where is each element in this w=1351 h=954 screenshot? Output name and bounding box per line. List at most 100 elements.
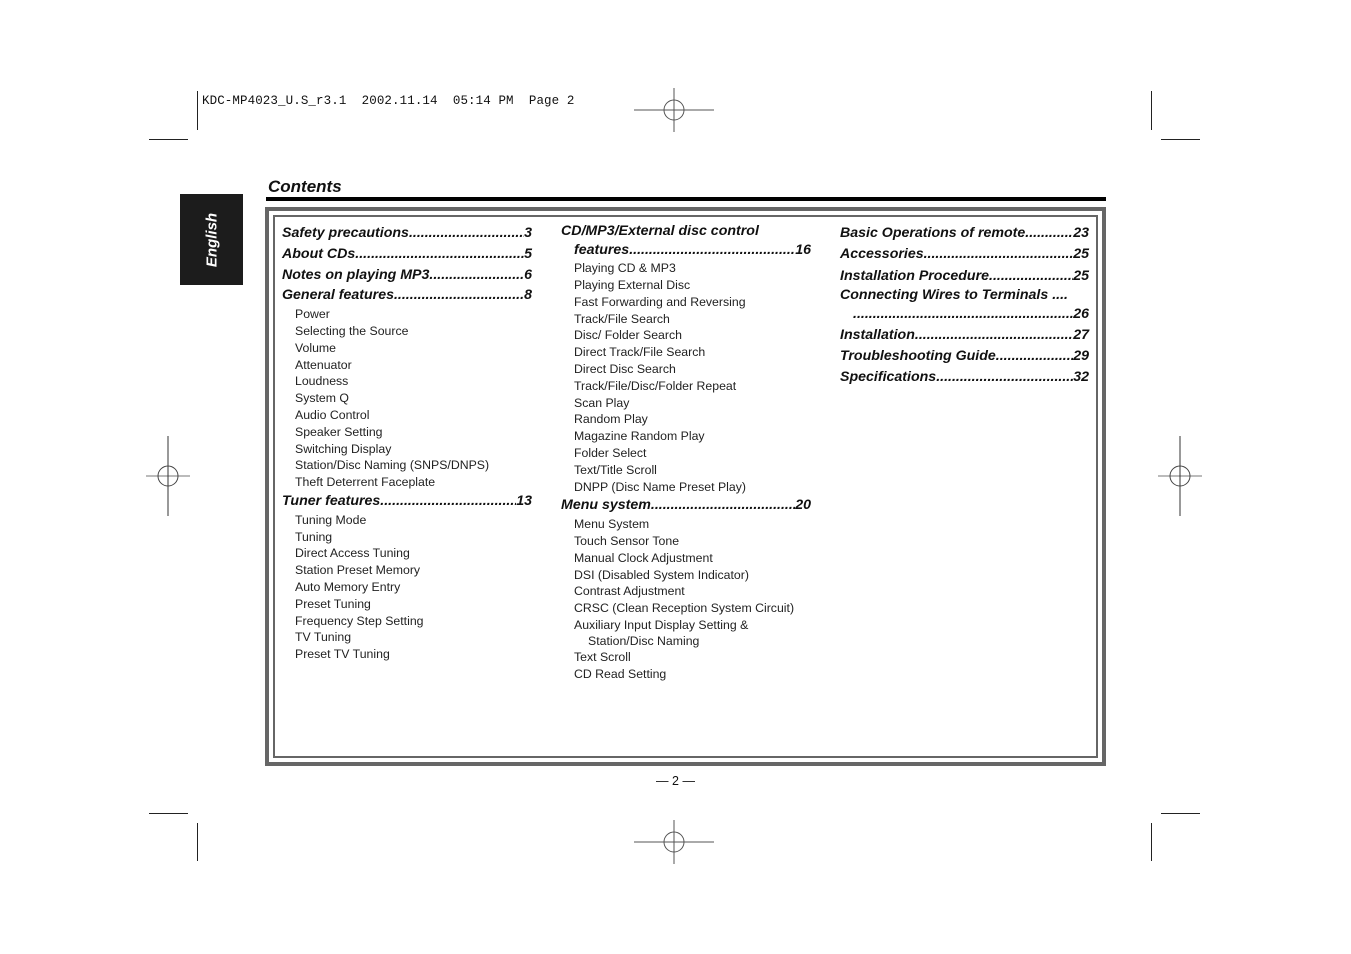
toc-entry-title: Menu system — [561, 497, 651, 514]
toc-entry-title: Basic Operations of remote — [840, 225, 1026, 241]
toc-subentry[interactable]: Text Scroll — [561, 649, 811, 666]
toc-entry[interactable]: features 16 — [561, 240, 811, 261]
toc-leader-dots — [355, 244, 524, 265]
toc-entry[interactable]: Specifications 32 — [840, 367, 1089, 388]
toc-entry-title: Accessories — [840, 246, 924, 263]
toc-entry-page: 26 — [1073, 305, 1089, 322]
toc-subentry[interactable]: Fast Forwarding and Reversing — [561, 294, 811, 311]
toc-entry-page: 8 — [524, 287, 532, 304]
toc-entry[interactable]: Basic Operations of remote 23 — [840, 223, 1089, 244]
toc-entry[interactable]: Installation Procedure 25 — [840, 266, 1089, 287]
toc-entry-page: 16 — [795, 241, 811, 258]
crop-mark — [149, 813, 188, 814]
toc-subentry[interactable]: Audio Control — [282, 407, 532, 424]
toc-subentry[interactable]: CRSC (Clean Reception System Circuit) — [561, 600, 811, 617]
toc-heading-line[interactable]: CD/MP3/External disc control — [561, 223, 811, 240]
toc-entry-page: 5 — [524, 245, 532, 262]
page-number: — 2 — — [656, 774, 695, 788]
toc-subentry[interactable]: Preset TV Tuning — [282, 646, 532, 663]
toc-subentry[interactable]: Auxiliary Input Display Setting & — [561, 617, 811, 634]
crop-mark — [197, 823, 198, 861]
toc-entry[interactable]: Safety precautions 3 — [282, 223, 532, 244]
toc-entry[interactable]: 26 — [840, 304, 1089, 325]
registration-mark-top — [634, 88, 714, 132]
toc-leader-dots — [924, 244, 1074, 265]
toc-entry-page: 23 — [1073, 225, 1089, 241]
toc-subentry[interactable]: Contrast Adjustment — [561, 583, 811, 600]
toc-subentry[interactable]: TV Tuning — [282, 629, 532, 646]
toc-subentry[interactable]: Direct Access Tuning — [282, 545, 532, 562]
toc-entry-title: Notes on playing MP3 — [282, 266, 430, 283]
toc-subentry[interactable]: Tuning Mode — [282, 512, 532, 529]
toc-leader-dots — [380, 491, 516, 512]
toc-subentry[interactable]: Loudness — [282, 373, 532, 390]
toc-entry-page: 13 — [516, 492, 532, 509]
crop-mark — [1161, 813, 1200, 814]
toc-entry-page: 20 — [795, 497, 811, 514]
toc-entry-title: Safety precautions — [282, 225, 409, 241]
toc-subentry[interactable]: Random Play — [561, 411, 811, 428]
toc-subentry[interactable]: Magazine Random Play — [561, 428, 811, 445]
toc-subentry[interactable]: Direct Track/File Search — [561, 344, 811, 361]
toc-leader-dots — [915, 325, 1073, 346]
crop-mark — [149, 139, 188, 140]
toc-subentry[interactable]: Station/Disc Naming (SNPS/DNPS) — [282, 457, 532, 474]
registration-mark-bottom — [634, 820, 714, 864]
toc-entry-page: 32 — [1073, 369, 1089, 386]
toc-subentry[interactable]: Direct Disc Search — [561, 361, 811, 378]
toc-subentry[interactable]: DNPP (Disc Name Preset Play) — [561, 479, 811, 496]
toc-subentry[interactable]: Volume — [282, 340, 532, 357]
crop-mark — [1151, 823, 1152, 861]
registration-mark-right — [1158, 436, 1202, 516]
toc-subentry[interactable]: Attenuator — [282, 357, 532, 374]
toc-entry-title: features — [574, 241, 630, 258]
toc-subentry[interactable]: Power — [282, 306, 532, 323]
toc-subentry[interactable]: Track/File Search — [561, 311, 811, 328]
toc-subentry[interactable]: Touch Sensor Tone — [561, 533, 811, 550]
toc-leader-dots — [989, 266, 1073, 287]
toc-subentry[interactable]: Selecting the Source — [282, 323, 532, 340]
toc-subentry[interactable]: Auto Memory Entry — [282, 579, 532, 596]
toc-entry[interactable]: About CDs 5 — [282, 244, 532, 265]
toc-subentry[interactable]: CD Read Setting — [561, 666, 811, 683]
toc-entry-page: 29 — [1073, 347, 1089, 364]
toc-subentry[interactable]: System Q — [282, 390, 532, 407]
toc-entry[interactable]: General features 8 — [282, 285, 532, 306]
toc-entry[interactable]: Notes on playing MP3 6 — [282, 265, 532, 286]
toc-column-3: Basic Operations of remote 23 Accessories 2… — [840, 223, 1089, 389]
toc-entry-page: 27 — [1073, 326, 1089, 343]
toc-entry-title: Installation Procedure — [840, 267, 990, 284]
toc-subentry[interactable]: Station Preset Memory — [282, 562, 532, 579]
toc-entry[interactable]: Installation 27 — [840, 325, 1089, 346]
toc-subentry[interactable]: Scan Play — [561, 395, 811, 412]
toc-subentry[interactable]: Track/File/Disc/Folder Repeat — [561, 378, 811, 395]
toc-leader-dots — [651, 495, 795, 516]
toc-subentry[interactable]: Switching Display — [282, 441, 532, 458]
toc-subentry[interactable]: Folder Select — [561, 445, 811, 462]
toc-subentry[interactable]: Menu System — [561, 516, 811, 533]
toc-entry-page: 25 — [1073, 267, 1089, 284]
toc-entry[interactable]: Menu system 20 — [561, 495, 811, 516]
toc-entry-page: 25 — [1073, 246, 1089, 263]
toc-entry[interactable]: Troubleshooting Guide 29 — [840, 346, 1089, 367]
toc-leader-dots — [996, 346, 1073, 367]
toc-subentry[interactable]: Tuning — [282, 529, 532, 546]
toc-heading-line[interactable]: Connecting Wires to Terminals .... — [840, 287, 1089, 304]
toc-entry-title: Tuner features — [282, 492, 381, 509]
toc-subentry[interactable]: Disc/ Folder Search — [561, 327, 811, 344]
toc-subentry[interactable]: Playing External Disc — [561, 277, 811, 294]
toc-leader-dots — [394, 285, 524, 306]
toc-subentry[interactable]: Station/Disc Naming — [561, 634, 811, 649]
toc-subentry[interactable]: Playing CD & MP3 — [561, 260, 811, 277]
toc-subentry[interactable]: Text/Title Scroll — [561, 462, 811, 479]
toc-leader-dots — [429, 265, 524, 286]
toc-subentry[interactable]: DSI (Disabled System Indicator) — [561, 567, 811, 584]
toc-entry[interactable]: Accessories 25 — [840, 244, 1089, 265]
toc-subentry[interactable]: Manual Clock Adjustment — [561, 550, 811, 567]
toc-subentry[interactable]: Frequency Step Setting — [282, 613, 532, 630]
toc-entry[interactable]: Tuner features 13 — [282, 491, 532, 512]
toc-subentry[interactable]: Theft Deterrent Faceplate — [282, 474, 532, 491]
toc-entry-title: General features — [282, 287, 394, 304]
toc-subentry[interactable]: Speaker Setting — [282, 424, 532, 441]
toc-subentry[interactable]: Preset Tuning — [282, 596, 532, 613]
